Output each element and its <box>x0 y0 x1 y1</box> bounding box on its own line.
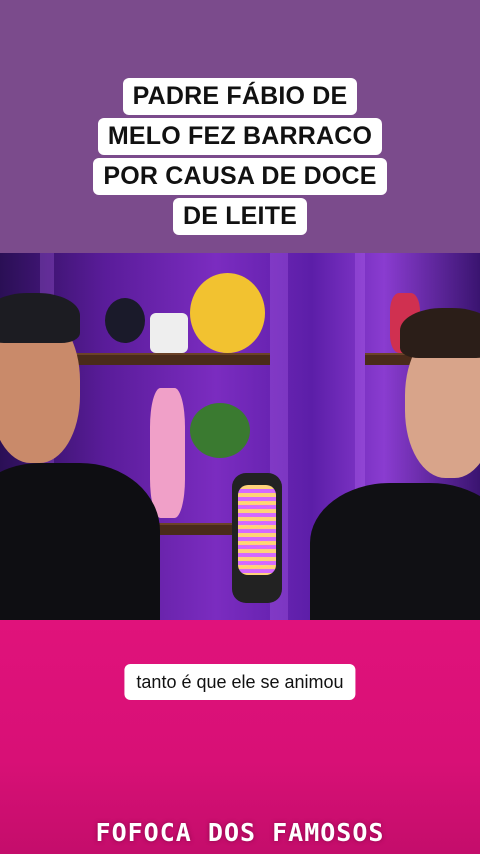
headline: PADRE FÁBIO DE MELO FEZ BARRACO POR CAUS… <box>70 78 410 238</box>
brand-watermark: FOFOCA DOS FAMOSOS <box>95 818 385 847</box>
cat-figure <box>105 298 145 343</box>
mug <box>150 313 188 353</box>
plant <box>190 403 250 458</box>
pineapple-toy <box>190 273 265 353</box>
person-right-hair <box>400 308 480 358</box>
video-frame <box>0 253 480 620</box>
headline-line-4: DE LEITE <box>172 198 308 235</box>
headline-line-1: PADRE FÁBIO DE <box>122 78 358 115</box>
doll-figure <box>150 388 185 518</box>
person-left-body <box>0 463 160 620</box>
person-right-body <box>310 483 480 620</box>
shelf <box>60 353 270 365</box>
headline-line-3: POR CAUSA DE DOCE <box>93 158 387 195</box>
person-left-hair <box>0 293 80 343</box>
subtitle-caption: tanto é que ele se animou <box>124 664 356 700</box>
microphone-lights <box>238 485 276 575</box>
headline-line-2: MELO FEZ BARRACO <box>97 118 383 155</box>
